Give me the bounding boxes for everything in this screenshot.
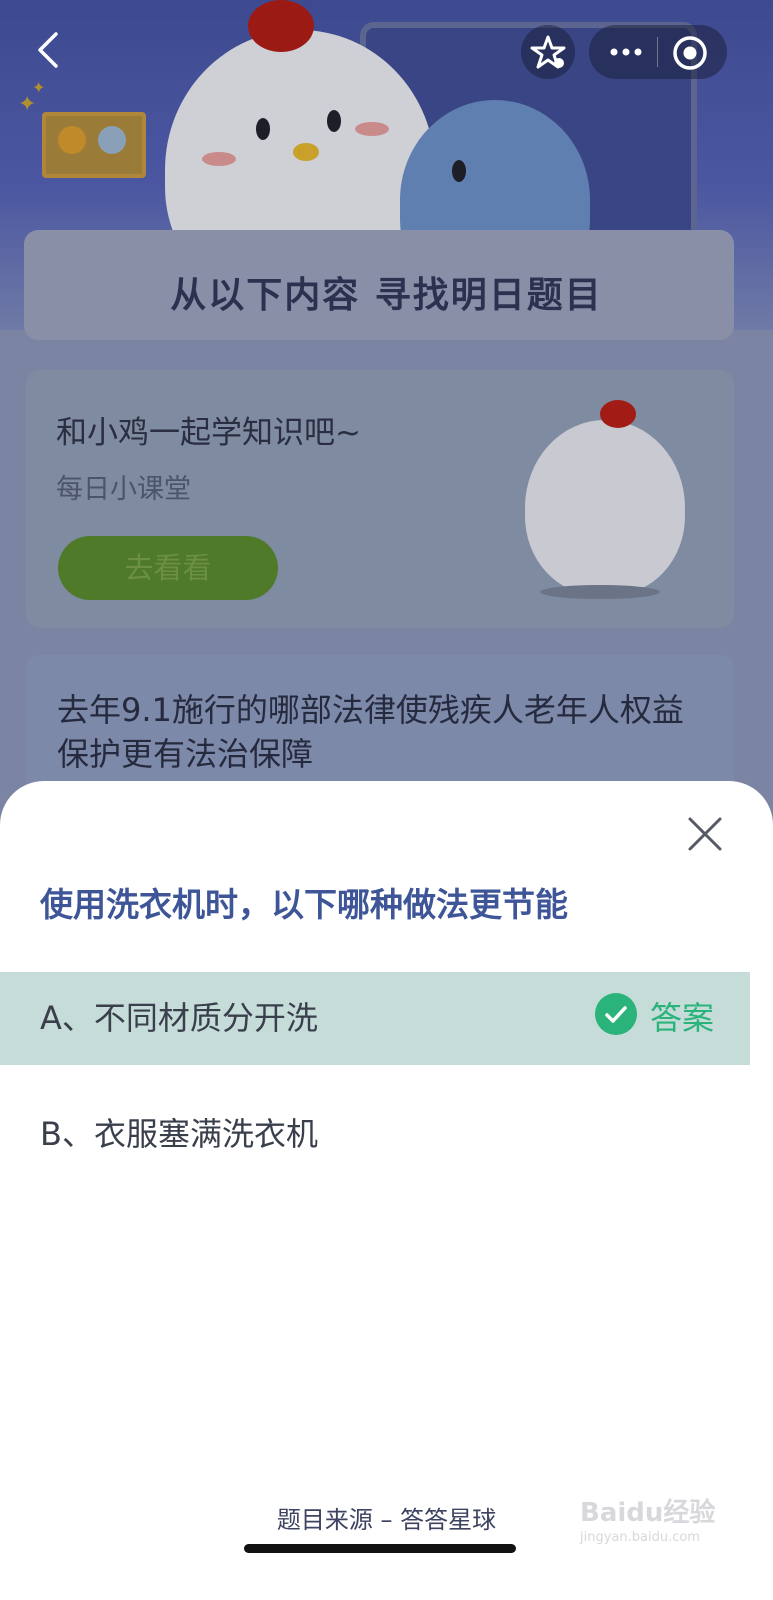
chicken-cheek	[202, 152, 236, 166]
chicken-beak	[293, 143, 319, 161]
baidu-watermark: Baidu经验	[580, 1498, 716, 1528]
learn-card-subtitle: 每日小课堂	[56, 474, 191, 505]
star-icon	[530, 35, 566, 69]
answer-tag: 答案	[650, 999, 715, 1037]
learn-card-title: 和小鸡一起学知识吧~	[56, 415, 361, 451]
medal-icon	[58, 126, 86, 154]
option-a-label: A、不同材质分开洗	[40, 999, 318, 1037]
target-icon[interactable]	[670, 33, 710, 73]
sparkle-icon: ✦	[32, 78, 46, 97]
chicken-eye	[327, 110, 341, 132]
option-a-row[interactable]: A、不同材质分开洗 答案	[0, 972, 750, 1065]
chevron-left-icon[interactable]	[30, 30, 70, 70]
more-dots-icon[interactable]	[604, 34, 648, 70]
capsule-divider	[657, 37, 658, 67]
option-b-label: B、衣服塞满洗衣机	[40, 1115, 318, 1153]
go-watch-button[interactable]: 去看看	[58, 536, 278, 600]
medal-frame	[42, 112, 146, 178]
medal-icon	[98, 126, 126, 154]
chicken-comb	[600, 400, 636, 428]
banner-title: 从以下内容 寻找明日题目	[170, 275, 603, 316]
home-indicator[interactable]	[244, 1544, 516, 1553]
favorite-button[interactable]	[521, 25, 575, 79]
option-b-row[interactable]: B、衣服塞满洗衣机	[0, 1088, 750, 1181]
chicken-comb	[248, 0, 314, 52]
chicken-reading-illustration	[525, 420, 685, 595]
check-icon	[595, 993, 637, 1035]
question-card-text: 去年9.1施行的哪部法律使残疾人老年人权益保护更有法治保障	[57, 691, 684, 773]
alien-eye	[452, 160, 466, 182]
chicken-cheek	[355, 122, 389, 136]
chicken-eye	[256, 118, 270, 140]
chicken-shadow	[540, 585, 660, 599]
close-icon[interactable]	[686, 815, 724, 853]
baidu-watermark-url: jingyan.baidu.com	[580, 1530, 700, 1545]
quiz-question: 使用洗衣机时，以下哪种做法更节能	[40, 885, 568, 924]
